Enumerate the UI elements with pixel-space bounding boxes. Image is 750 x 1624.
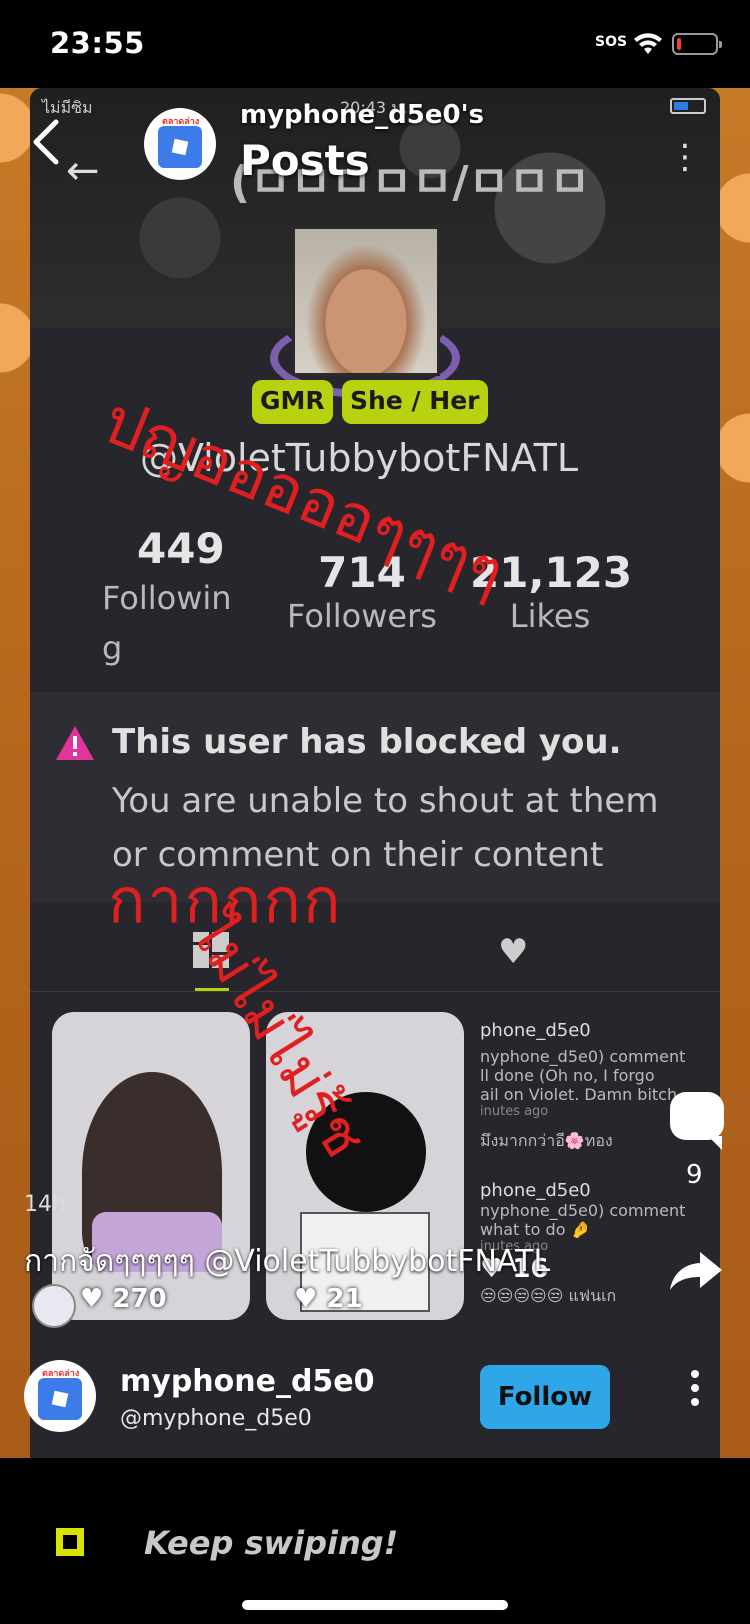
page-title: Posts bbox=[240, 136, 370, 185]
status-time: 23:55 bbox=[50, 26, 145, 60]
feed-line: nyphone_d5e0) comment bbox=[480, 1047, 686, 1066]
back-chevron-icon[interactable] bbox=[28, 118, 68, 166]
post-likes: ♥ 21 bbox=[294, 1284, 363, 1314]
author-bar: ตลาดล่าง myphone_d5e0 @myphone_d5e0 Foll… bbox=[0, 1360, 750, 1458]
keep-swiping-text: Keep swiping! bbox=[144, 1524, 399, 1562]
heart-icon: ♥ bbox=[498, 932, 529, 972]
feed-line: ll done (Oh no, I forgo bbox=[480, 1066, 655, 1085]
follow-button[interactable]: Follow bbox=[480, 1365, 610, 1429]
warning-icon bbox=[56, 726, 94, 760]
followers-label: Followers bbox=[287, 597, 437, 635]
post-likes-count: 270 bbox=[112, 1284, 167, 1314]
battery-icon bbox=[672, 33, 722, 55]
tag-gmr: GMR bbox=[252, 380, 333, 424]
author-handle: @myphone_d5e0 bbox=[120, 1406, 312, 1431]
feed-line: phone_d5e0 bbox=[480, 1180, 591, 1201]
roblox-logo-icon bbox=[158, 126, 202, 168]
author-avatar[interactable]: ตลาดล่าง bbox=[24, 1360, 96, 1432]
inner-battery-icon bbox=[670, 98, 706, 114]
post-likes-count: 21 bbox=[326, 1284, 363, 1314]
following-label: Followin g bbox=[102, 579, 232, 667]
inner-back-arrow-icon: ← bbox=[66, 148, 100, 194]
comment-count: 9 bbox=[686, 1160, 703, 1190]
mentioned-user-avatar[interactable] bbox=[32, 1284, 76, 1328]
wifi-icon bbox=[634, 33, 662, 54]
sos-indicator: SOS bbox=[595, 34, 628, 50]
stat-following: 449 Followin g bbox=[102, 524, 242, 673]
profile-photo bbox=[292, 226, 440, 376]
bottom-bar: Keep swiping! bbox=[0, 1458, 750, 1624]
home-indicator[interactable] bbox=[242, 1600, 508, 1610]
pixel-logo-icon bbox=[56, 1528, 84, 1556]
feed-line: what to do 🤌 bbox=[480, 1220, 591, 1239]
following-count: 449 bbox=[137, 524, 225, 573]
header-avatar[interactable]: ตลาดล่าง bbox=[144, 108, 216, 180]
inner-more-icon: ⋮ bbox=[668, 137, 702, 177]
post-caption: กากจัดๆๆๆๆๆ @VioletTubbybotFNATL bbox=[24, 1244, 551, 1279]
author-name[interactable]: myphone_d5e0 bbox=[120, 1364, 375, 1399]
comment-icon[interactable] bbox=[670, 1092, 724, 1150]
feed-line: nyphone_d5e0) comment bbox=[480, 1201, 686, 1220]
post-likes: ♥ 270 bbox=[80, 1284, 167, 1314]
post-time: 14h bbox=[24, 1192, 66, 1217]
more-options-icon[interactable] bbox=[688, 1370, 702, 1410]
roblox-logo-icon bbox=[38, 1378, 82, 1420]
header-username: myphone_d5e0's bbox=[240, 100, 485, 130]
blocked-title: This user has blocked you. bbox=[112, 722, 622, 762]
likes-label: Likes bbox=[509, 597, 591, 635]
feed-line: phone_d5e0 bbox=[480, 1020, 591, 1041]
status-bar: 23:55 SOS bbox=[0, 0, 750, 88]
share-icon[interactable] bbox=[668, 1250, 724, 1292]
tag-pronouns: She / Her bbox=[342, 380, 488, 424]
